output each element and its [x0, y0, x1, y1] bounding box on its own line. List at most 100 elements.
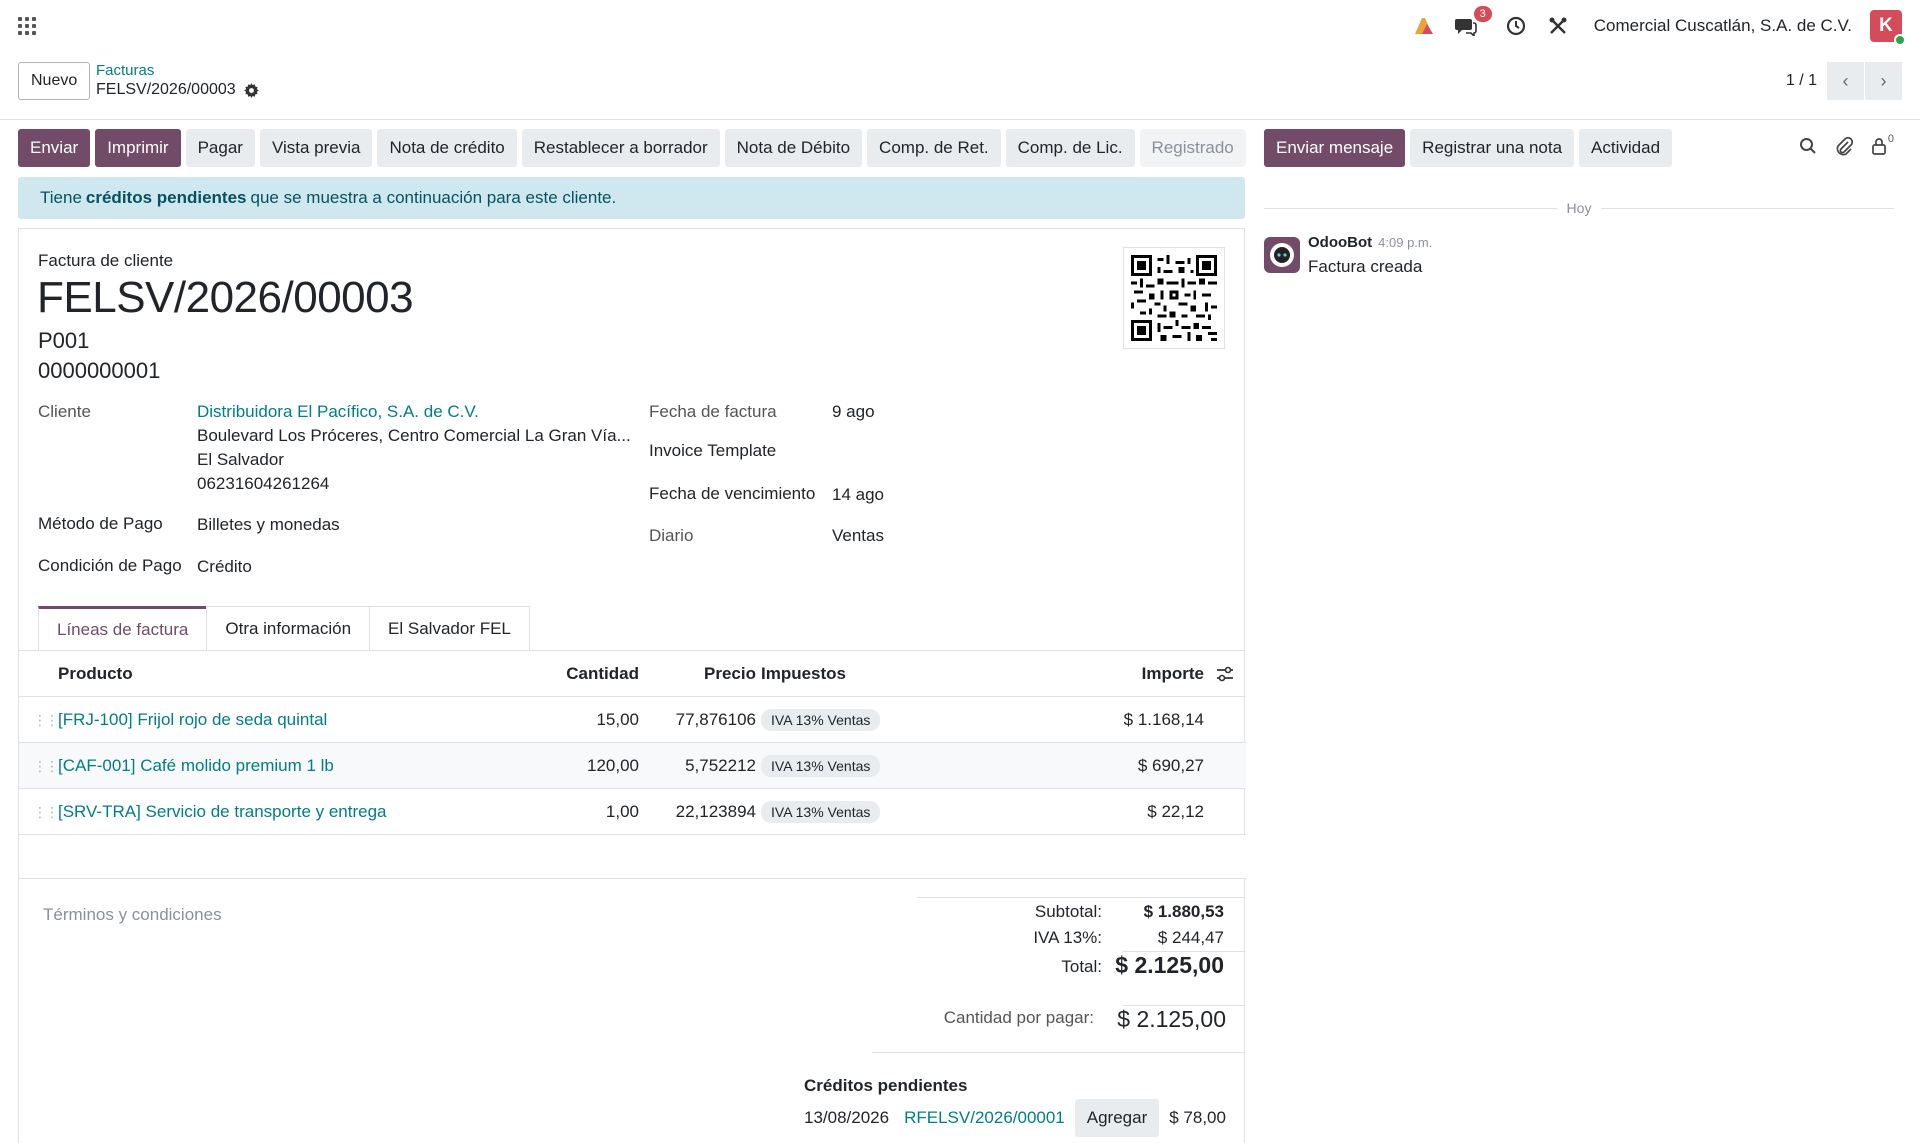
clock-icon[interactable]	[1504, 14, 1528, 38]
line-amount: $ 22,12	[1147, 802, 1204, 821]
customer-tax-id: 06231604261264	[197, 474, 330, 493]
comp-ret-button[interactable]: Comp. de Ret.	[867, 129, 1001, 167]
header-product[interactable]: Producto	[58, 651, 133, 697]
author-name[interactable]: OdooBot	[1308, 234, 1372, 251]
new-button[interactable]: Nuevo	[18, 62, 91, 100]
alert-bold-text: créditos pendientes	[85, 188, 247, 207]
invoice-form-sheet: Factura de cliente FELSV/2026/00003 P001…	[18, 228, 1246, 1143]
pager-value[interactable]: 1 / 1	[1786, 72, 1817, 90]
pager-next-button[interactable]: ›	[1865, 62, 1902, 100]
table-row[interactable]: ⋮⋮ [SRV-TRA] Servicio de transporte y en…	[19, 789, 1246, 835]
drag-handle-icon[interactable]: ⋮⋮	[33, 789, 59, 835]
tools-icon[interactable]	[1546, 14, 1570, 38]
line-tax-badge[interactable]: IVA 13% Ventas	[761, 755, 881, 777]
credit-reference-link[interactable]: RFELSV/2026/00001	[904, 1108, 1065, 1128]
separator-line-left	[1264, 207, 1557, 209]
journal-field[interactable]: Ventas	[832, 526, 884, 546]
line-product[interactable]: [SRV-TRA] Servicio de transporte y entre…	[58, 789, 387, 835]
line-product[interactable]: [CAF-001] Café molido premium 1 lb	[58, 743, 334, 789]
activity-button[interactable]: Actividad	[1579, 129, 1673, 167]
credits-divider	[872, 1052, 1246, 1053]
line-tax-badge[interactable]: IVA 13% Ventas	[761, 801, 881, 823]
table-row[interactable]: ⋮⋮ [FRJ-100] Frijol rojo de seda quintal…	[19, 697, 1246, 743]
pager: 1 / 1 ‹ ›	[1786, 62, 1902, 100]
breadcrumb-invoices-link[interactable]: Facturas	[96, 62, 259, 80]
lock-icon	[1872, 138, 1886, 155]
invoice-date-label: Fecha de factura	[649, 402, 777, 421]
payment-condition-label: Condición de Pago	[38, 556, 182, 575]
app-logo-icon[interactable]	[1412, 14, 1436, 38]
print-button[interactable]: Imprimir	[95, 129, 181, 167]
terms-conditions-field[interactable]: Términos y condiciones	[43, 905, 222, 925]
control-panel: Nuevo Facturas FELSV/2026/00003 1 / 1 ‹ …	[0, 52, 1920, 120]
pager-previous-button[interactable]: ‹	[1827, 62, 1864, 100]
credit-date: 13/08/2026	[804, 1108, 890, 1127]
header-price[interactable]: Precio	[704, 651, 756, 697]
tab-invoice-lines[interactable]: Líneas de factura	[38, 606, 208, 650]
line-price[interactable]: 22,123894	[676, 789, 756, 835]
preview-button[interactable]: Vista previa	[259, 129, 373, 167]
line-quantity[interactable]: 120,00	[587, 743, 639, 789]
amount-due-label: Cantidad por pagar:	[943, 1008, 1094, 1027]
optional-columns-icon[interactable]	[1216, 651, 1234, 697]
log-note-button[interactable]: Registrar una nota	[1410, 129, 1575, 167]
header-taxes[interactable]: Impuestos	[761, 651, 846, 697]
totals-top-divider	[917, 897, 1246, 898]
header-quantity[interactable]: Cantidad	[566, 651, 639, 697]
customer-address-line2: El Salvador	[197, 450, 284, 469]
comp-lic-button[interactable]: Comp. de Lic.	[1005, 129, 1135, 167]
payment-method-label: Método de Pago	[38, 514, 163, 533]
table-empty-row	[19, 835, 1246, 879]
pending-credits-title: Créditos pendientes	[804, 1076, 968, 1095]
search-icon[interactable]	[1799, 137, 1817, 155]
invoice-date-field[interactable]: 9 ago	[832, 402, 875, 422]
company-name[interactable]: Comercial Cuscatlán, S.A. de C.V.	[1594, 16, 1852, 36]
paperclip-icon[interactable]	[1835, 136, 1853, 156]
table-row[interactable]: ⋮⋮ [CAF-001] Café molido premium 1 lb 12…	[19, 743, 1246, 789]
pay-button[interactable]: Pagar	[185, 129, 255, 167]
iva-label: IVA 13%:	[1033, 928, 1102, 947]
drag-handle-icon[interactable]: ⋮⋮	[33, 743, 59, 789]
odoobot-avatar[interactable]	[1264, 237, 1300, 273]
notebook-tabs: Líneas de factura Otra información El Sa…	[38, 606, 530, 650]
chat-icon[interactable]: 3	[1454, 6, 1492, 38]
tab-other-info[interactable]: Otra información	[206, 606, 371, 650]
payment-method-field[interactable]: Billetes y monedas	[197, 515, 340, 535]
apps-menu-icon[interactable]	[18, 17, 36, 35]
breadcrumb-current-label: FELSV/2026/00003	[96, 81, 236, 98]
avatar-letter: K	[1879, 15, 1893, 36]
alert-suffix: que se muestra a continuación para este …	[250, 188, 617, 207]
gear-icon[interactable]	[243, 82, 259, 98]
journal-label: Diario	[649, 526, 694, 545]
due-date-label: Fecha de vencimiento	[649, 484, 816, 503]
customer-link[interactable]: Distribuidora El Pacífico, S.A. de C.V.	[197, 402, 479, 422]
followers-button[interactable]: 0	[1871, 133, 1894, 155]
invoice-type: Factura de cliente	[38, 251, 174, 270]
line-price[interactable]: 77,876106	[676, 697, 756, 743]
user-avatar[interactable]: K	[1870, 10, 1906, 46]
send-message-button[interactable]: Enviar mensaje	[1264, 129, 1406, 167]
line-price[interactable]: 5,752212	[685, 743, 756, 789]
chevron-left-icon: ‹	[1842, 70, 1849, 91]
reset-draft-button[interactable]: Restablecer a borrador	[521, 129, 720, 167]
line-tax-badge[interactable]: IVA 13% Ventas	[761, 709, 881, 731]
status-registered[interactable]: Registrado	[1139, 129, 1246, 167]
chatter-date-separator: Hoy	[1264, 198, 1894, 218]
total-value: $ 2.125,00	[1115, 952, 1224, 978]
tab-el-salvador-fel[interactable]: El Salvador FEL	[369, 606, 530, 650]
add-credit-button[interactable]: Agregar	[1074, 1099, 1160, 1137]
due-date-field[interactable]: 14 ago	[832, 485, 884, 505]
header-amount[interactable]: Importe	[1142, 651, 1204, 697]
debit-note-button[interactable]: Nota de Débito	[724, 129, 863, 167]
customer-address-line1: Boulevard Los Próceres, Centro Comercial…	[197, 426, 631, 445]
breadcrumb-current: FELSV/2026/00003	[96, 81, 259, 99]
payment-condition-field[interactable]: Crédito	[197, 557, 252, 577]
credit-note-button[interactable]: Nota de crédito	[377, 129, 517, 167]
line-quantity[interactable]: 15,00	[596, 697, 639, 743]
send-button[interactable]: Enviar	[18, 129, 91, 167]
line-quantity[interactable]: 1,00	[606, 789, 639, 835]
line-product[interactable]: [FRJ-100] Frijol rojo de seda quintal	[58, 697, 327, 743]
drag-handle-icon[interactable]: ⋮⋮	[33, 697, 59, 743]
followers-count: 0	[1887, 133, 1894, 145]
alert-prefix: Tiene	[40, 188, 82, 207]
